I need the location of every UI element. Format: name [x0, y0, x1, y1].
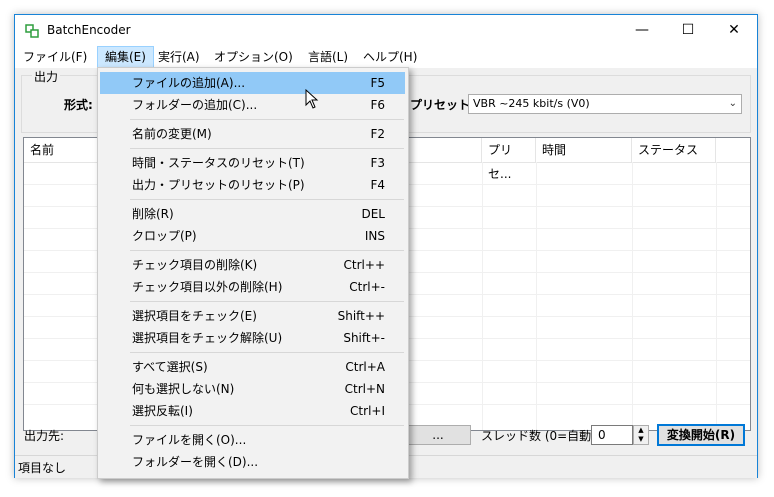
- column-status[interactable]: ステータス: [632, 138, 716, 162]
- column-output[interactable]: 力: [394, 138, 482, 162]
- threads-input[interactable]: 0: [591, 425, 633, 445]
- format-label: 形式:: [64, 98, 93, 112]
- spin-down-icon[interactable]: ▼: [634, 435, 648, 444]
- menu-separator: [130, 119, 404, 120]
- menu-item-delete[interactable]: 削除(R) DEL: [100, 203, 405, 225]
- menu-language[interactable]: 言語(L): [301, 46, 355, 68]
- maximize-button[interactable]: ☐: [665, 15, 711, 46]
- grid-column-line: [482, 162, 483, 430]
- menu-item-add-folder[interactable]: フォルダーの追加(C)... F6: [100, 94, 405, 116]
- output-group-label: 出力: [32, 68, 61, 85]
- menu-item-remove-checked[interactable]: チェック項目の削除(K) Ctrl++: [100, 254, 405, 276]
- status-text: 項目なし: [18, 461, 67, 475]
- app-icon: [25, 24, 39, 38]
- output-path-label: 出力先:: [24, 429, 65, 443]
- mouse-cursor-icon: [305, 89, 319, 109]
- menu-item-reset-time-status[interactable]: 時間・ステータスのリセット(T) F3: [100, 152, 405, 174]
- grid-column-line: [632, 162, 633, 430]
- menu-options[interactable]: オプション(O): [207, 46, 300, 68]
- threads-spinner[interactable]: ▲ ▼: [633, 425, 649, 445]
- menu-item-select-none[interactable]: 何も選択しない(N) Ctrl+N: [100, 378, 405, 400]
- convert-button[interactable]: 変換開始(R): [657, 424, 745, 446]
- title-bar: BatchEncoder — ☐ ✕: [15, 15, 757, 46]
- menu-edit[interactable]: 編集(E): [97, 46, 154, 68]
- menu-item-crop[interactable]: クロップ(P) INS: [100, 225, 405, 247]
- browse-button[interactable]: ...: [405, 425, 471, 445]
- menu-separator: [130, 148, 404, 149]
- column-preset[interactable]: プリセ...: [482, 138, 536, 181]
- menu-run[interactable]: 実行(A): [151, 46, 207, 68]
- menu-item-uncheck-selected[interactable]: 選択項目をチェック解除(U) Shift+-: [100, 327, 405, 349]
- preset-value: VBR ~245 kbit/s (V0): [473, 97, 590, 110]
- close-button[interactable]: ✕: [711, 15, 757, 46]
- column-time[interactable]: 時間: [536, 138, 632, 162]
- menu-file[interactable]: ファイル(F): [16, 46, 94, 68]
- menu-item-reset-output-preset[interactable]: 出力・プリセットのリセット(P) F4: [100, 174, 405, 196]
- menu-item-open-file[interactable]: ファイルを開く(O)...: [100, 429, 405, 451]
- chevron-down-icon: ⌄: [728, 98, 737, 109]
- menu-item-rename[interactable]: 名前の変更(M) F2: [100, 123, 405, 145]
- menu-separator: [130, 199, 404, 200]
- menu-bar: ファイル(F) 編集(E) 実行(A) オプション(O) 言語(L) ヘルプ(H…: [15, 46, 757, 69]
- menu-item-add-files[interactable]: ファイルの追加(A)... F5: [100, 72, 405, 94]
- spin-up-icon[interactable]: ▲: [634, 426, 648, 435]
- grid-column-line: [536, 162, 537, 430]
- grid-column-line: [716, 162, 717, 430]
- menu-separator: [130, 425, 404, 426]
- menu-separator: [130, 250, 404, 251]
- menu-item-open-folder[interactable]: フォルダーを開く(D)...: [100, 451, 405, 473]
- menu-item-select-all[interactable]: すべて選択(S) Ctrl+A: [100, 356, 405, 378]
- preset-label: プリセット:: [410, 98, 475, 112]
- menu-separator: [130, 352, 404, 353]
- preset-select[interactable]: VBR ~245 kbit/s (V0) ⌄: [468, 94, 742, 114]
- menu-item-check-selected[interactable]: 選択項目をチェック(E) Shift++: [100, 305, 405, 327]
- menu-item-invert-selection[interactable]: 選択反転(I) Ctrl+I: [100, 400, 405, 422]
- menu-help[interactable]: ヘルプ(H): [356, 46, 424, 68]
- minimize-button[interactable]: —: [619, 15, 665, 46]
- window-title: BatchEncoder: [47, 23, 131, 37]
- menu-separator: [130, 301, 404, 302]
- edit-menu-dropdown: ファイルの追加(A)... F5 フォルダーの追加(C)... F6 名前の変更(M…: [97, 67, 409, 479]
- menu-item-remove-unchecked[interactable]: チェック項目以外の削除(H) Ctrl+-: [100, 276, 405, 298]
- threads-label: スレッド数 (0=自動):: [481, 429, 600, 443]
